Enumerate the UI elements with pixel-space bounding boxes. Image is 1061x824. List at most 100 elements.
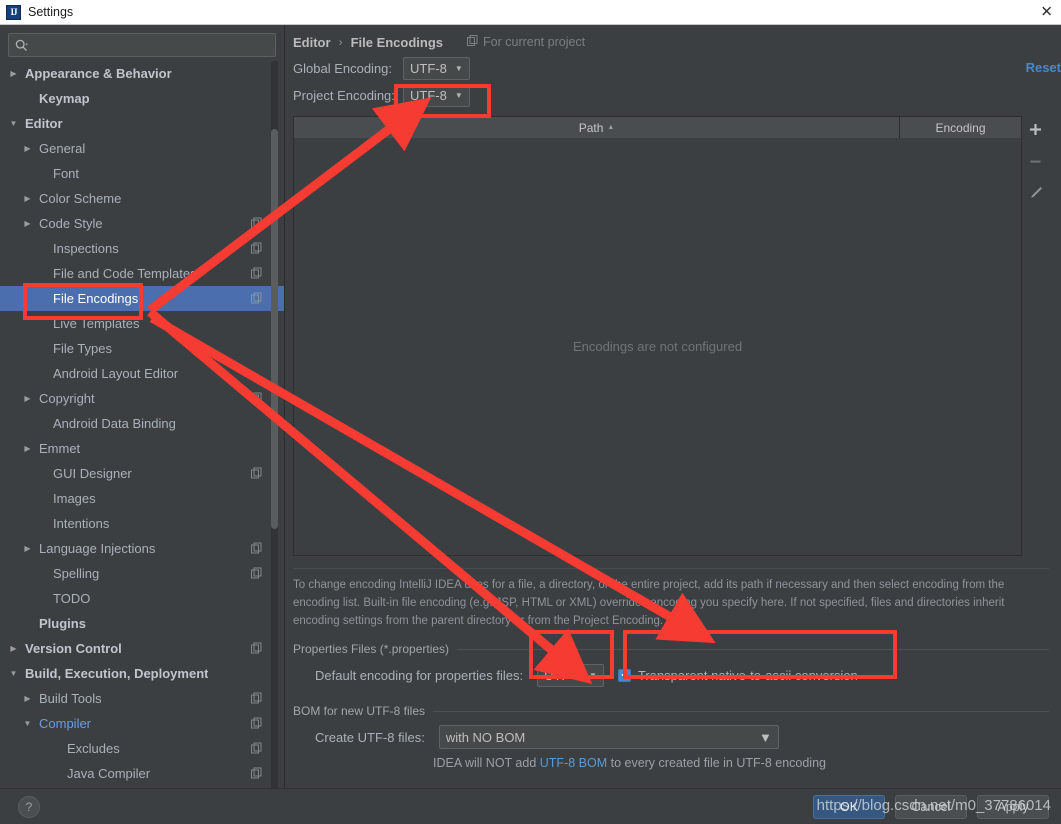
close-icon[interactable]: ✕ [1040,5,1053,20]
copy-settings-icon [251,291,262,306]
transparent-conversion-checkbox[interactable]: ✓ Transparent native-to-ascii conversion [617,667,858,683]
table-column-path[interactable]: Path ▲ [294,117,900,138]
file-encodings-panel: Editor › File Encodings For current proj… [285,25,1061,788]
project-encoding-dropdown[interactable]: UTF-8 ▼ [403,84,470,107]
sidebar-item-file-encodings[interactable]: File Encodings [0,286,284,311]
sidebar-item-version-control[interactable]: ▶ Version Control [0,636,284,661]
ok-button[interactable]: OK [813,794,885,819]
window-title: Settings [28,5,74,19]
chevron-right-icon[interactable]: ▶ [22,218,33,229]
sidebar-item-label: Build Tools [39,691,102,706]
chevron-down-icon: ▼ [454,64,463,73]
chevron-right-icon[interactable]: ▶ [22,543,33,554]
chevron-right-icon[interactable]: ▶ [22,143,33,154]
transparent-conversion-label: Transparent native-to-ascii conversion [637,667,858,683]
sidebar-item-build-tools[interactable]: ▶ Build Tools [0,686,284,711]
table-column-encoding[interactable]: Encoding [900,117,1021,138]
sidebar-item-inspections[interactable]: Inspections [0,236,284,261]
chevron-right-icon[interactable]: ▶ [22,693,33,704]
sidebar-item-intentions[interactable]: Intentions [0,511,284,536]
sidebar-item-excludes[interactable]: Excludes [0,736,284,761]
sidebar-item-compiler[interactable]: ▼ Compiler [0,711,284,736]
chevron-right-icon[interactable]: ▶ [22,193,33,204]
reset-link[interactable]: Reset [1026,60,1061,75]
cancel-button[interactable]: Cancel [895,794,967,819]
bom-note: IDEA will NOT add UTF-8 BOM to every cre… [293,756,1049,770]
sidebar-item-label: Copyright [39,391,95,406]
group-divider [457,648,1049,650]
properties-group-header: Properties Files (*.properties) [293,642,1049,656]
remove-icon[interactable] [1027,152,1045,170]
properties-encoding-label: Default encoding for properties files: [315,667,524,683]
table-header-row: Path ▲ Encoding [294,117,1021,138]
group-divider [433,710,1049,712]
sidebar-item-font[interactable]: Font [0,161,284,186]
sidebar-item-editor[interactable]: ▼ Editor [0,111,284,136]
encodings-table[interactable]: Path ▲ Encoding Encodings are not config… [293,116,1022,556]
bom-create-dropdown[interactable]: with NO BOM ▼ [438,725,779,750]
copy-settings-icon [251,391,262,406]
sidebar-item-emmet[interactable]: ▶ Emmet [0,436,284,461]
chevron-right-icon[interactable]: ▶ [22,443,33,454]
bom-group-header: BOM for new UTF-8 files [293,704,1049,718]
sidebar-item-android-data-binding[interactable]: Android Data Binding [0,411,284,436]
settings-sidebar[interactable]: ▶ Appearance & Behavior Keymap ▼ Editor ▶ Gene… [0,25,285,788]
empty-state-message: Encodings are not configured [572,339,743,354]
breadcrumb-parent[interactable]: Editor [293,35,331,50]
sidebar-item-live-templates[interactable]: Live Templates [0,311,284,336]
sidebar-item-keymap[interactable]: Keymap [0,86,284,111]
chevron-right-icon[interactable]: ▶ [8,68,19,79]
search-box[interactable] [8,33,276,57]
sidebar-item-general[interactable]: ▶ General [0,136,284,161]
intellij-logo-icon: IJ [6,4,21,20]
add-icon[interactable] [1027,120,1045,138]
properties-encoding-value: UTF-8 [544,667,581,683]
help-icon[interactable]: ? [18,795,40,818]
bom-note-link[interactable]: UTF-8 BOM [540,756,607,770]
sidebar-scrollbar-thumb[interactable] [271,129,278,529]
chevron-down-icon[interactable]: ▼ [8,118,19,129]
sidebar-item-build-execution-deployment[interactable]: ▼ Build, Execution, Deployment [0,661,284,686]
sidebar-item-copyright[interactable]: ▶ Copyright [0,386,284,411]
sidebar-item-label: Android Layout Editor [53,366,179,381]
sidebar-item-gui-designer[interactable]: GUI Designer [0,461,284,486]
sidebar-item-label: Emmet [39,441,81,456]
chevron-down-icon[interactable]: ▼ [8,668,19,679]
sidebar-item-language-injections[interactable]: ▶ Language Injections [0,536,284,561]
sidebar-item-file-and-code-templates[interactable]: File and Code Templates [0,261,284,286]
sidebar-item-spelling[interactable]: Spelling [0,561,284,586]
project-encoding-label: Project Encoding: [293,88,395,103]
properties-encoding-dropdown[interactable]: UTF-8 ▼ [537,663,604,687]
breadcrumb-current: File Encodings [350,34,444,50]
chevron-right-icon[interactable]: ▶ [8,643,19,654]
sidebar-item-file-types[interactable]: File Types [0,336,284,361]
sidebar-item-label: Version Control [25,641,122,656]
dialog-footer: ? OK Cancel Apply [0,788,1061,824]
apply-button[interactable]: Apply [977,794,1049,819]
sidebar-item-java-compiler[interactable]: Java Compiler [0,761,284,786]
chevron-right-icon[interactable]: ▶ [22,393,33,404]
sidebar-item-color-scheme[interactable]: ▶ Color Scheme [0,186,284,211]
settings-tree[interactable]: ▶ Appearance & Behavior Keymap ▼ Editor ▶ Gene… [0,61,284,786]
sidebar-item-plugins[interactable]: Plugins [0,611,284,636]
chevron-down-icon[interactable]: ▼ [22,718,33,729]
global-encoding-dropdown[interactable]: UTF-8 ▼ [403,57,470,80]
table-column-path-label: Path [578,120,604,135]
sidebar-item-code-style[interactable]: ▶ Code Style [0,211,284,236]
sidebar-item-todo[interactable]: TODO [0,586,284,611]
sidebar-item-appearance-behavior[interactable]: ▶ Appearance & Behavior [0,61,284,86]
sidebar-item-android-layout-editor[interactable]: Android Layout Editor [0,361,284,386]
global-encoding-row: Global Encoding: UTF-8 ▼ [293,55,1049,82]
sidebar-item-images[interactable]: Images [0,486,284,511]
search-input[interactable] [32,38,269,52]
edit-icon[interactable] [1027,184,1045,202]
bom-note-prefix: IDEA will NOT add [433,756,540,771]
properties-files-group: Properties Files (*.properties) Default … [293,642,1049,692]
